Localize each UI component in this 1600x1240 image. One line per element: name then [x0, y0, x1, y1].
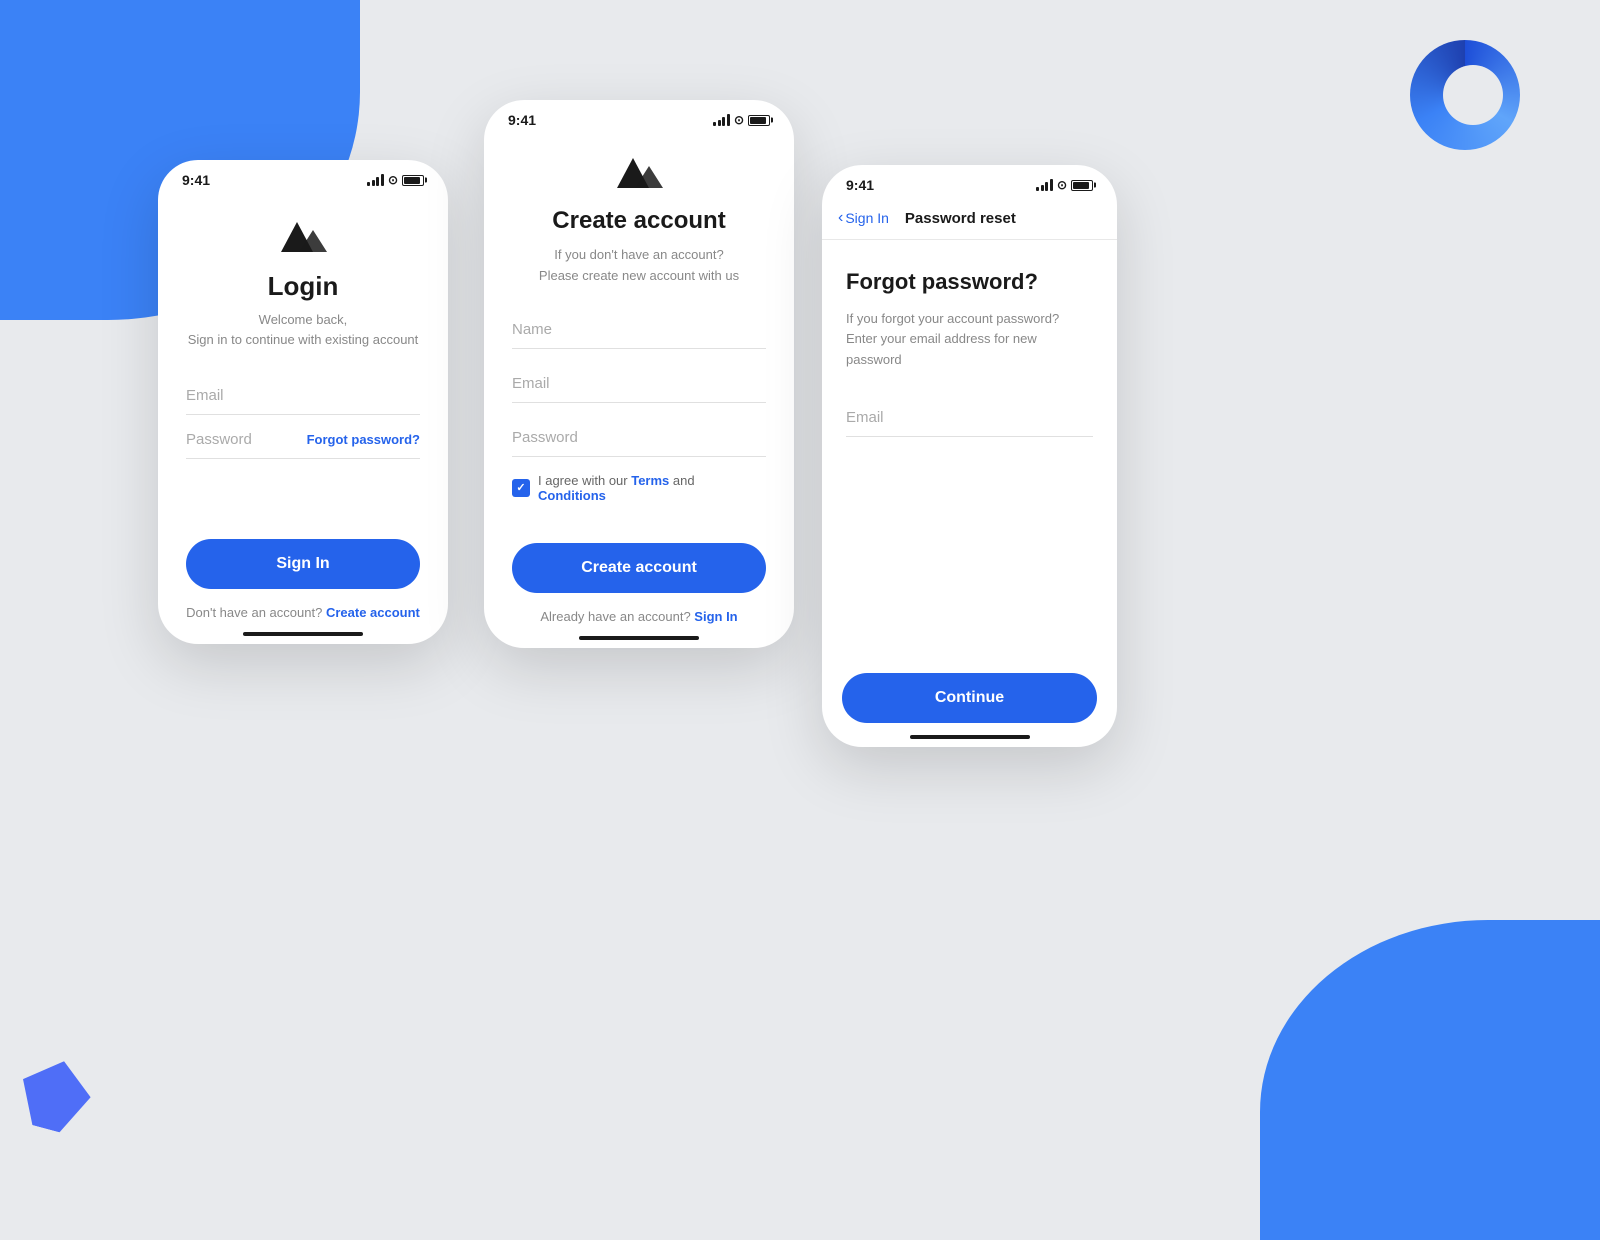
email-group-create — [512, 365, 766, 403]
forgot-password-title: Forgot password? — [846, 268, 1093, 297]
conditions-link[interactable]: Conditions — [538, 488, 606, 503]
terms-checkbox[interactable] — [512, 479, 530, 497]
home-indicator-reset — [910, 735, 1030, 739]
wifi-icon-reset: ⊙ — [1057, 178, 1067, 192]
phone-reset: 9:41 ⊙ ‹ Sign In Password reset Forgot p… — [822, 165, 1117, 747]
signal-icon-reset — [1036, 179, 1053, 191]
nav-bar-reset: ‹ Sign In Password reset — [822, 201, 1117, 240]
back-label: Sign In — [845, 210, 889, 226]
password-input-create[interactable] — [512, 419, 766, 457]
signal-icon-create — [713, 114, 730, 126]
status-icons-reset: ⊙ — [1036, 178, 1093, 192]
phone-create: 9:41 ⊙ Create account — [484, 100, 794, 648]
status-bar-reset: 9:41 ⊙ — [822, 165, 1117, 201]
email-input-create[interactable] — [512, 365, 766, 403]
home-indicator-create — [579, 636, 699, 640]
status-bar-create: 9:41 ⊙ — [484, 100, 794, 136]
email-input-reset[interactable] — [846, 399, 1093, 437]
battery-icon-create — [748, 115, 770, 126]
wifi-icon: ⊙ — [388, 173, 398, 187]
ring-decoration — [1410, 40, 1520, 150]
terms-row: I agree with our Terms and Conditions — [512, 473, 766, 503]
continue-button[interactable]: Continue — [842, 673, 1097, 723]
name-group — [512, 311, 766, 349]
chevron-left-icon: ‹ — [838, 209, 843, 227]
password-group-login: Password Forgot password? — [186, 431, 420, 459]
status-icons-create: ⊙ — [713, 113, 770, 127]
diamond-decoration — [20, 1060, 100, 1140]
app-logo-create — [512, 152, 766, 199]
wifi-icon-create: ⊙ — [734, 113, 744, 127]
signal-icon — [367, 174, 384, 186]
phone-login: 9:41 ⊙ Login Welcome — [158, 160, 448, 644]
app-logo-login — [186, 216, 420, 263]
password-group-create — [512, 419, 766, 457]
login-title: Login — [186, 271, 420, 302]
continue-spacer — [846, 453, 1093, 673]
create-account-title: Create account — [512, 207, 766, 235]
status-time-login: 9:41 — [182, 172, 210, 188]
sign-in-button[interactable]: Sign In — [186, 539, 420, 589]
nav-title-reset: Password reset — [905, 210, 1016, 227]
forgot-password-link[interactable]: Forgot password? — [307, 432, 420, 447]
status-icons-login: ⊙ — [367, 173, 424, 187]
terms-text: I agree with our Terms and Conditions — [538, 473, 766, 503]
home-indicator-login — [243, 632, 363, 636]
status-bar-login: 9:41 ⊙ — [158, 160, 448, 196]
status-time-create: 9:41 — [508, 112, 536, 128]
email-input-login[interactable] — [186, 377, 420, 415]
create-account-subtitle: If you don't have an account? Please cre… — [512, 245, 766, 287]
terms-link[interactable]: Terms — [631, 473, 669, 488]
back-button[interactable]: ‹ Sign In — [838, 209, 889, 227]
create-account-button[interactable]: Create account — [512, 543, 766, 593]
email-group-reset — [846, 399, 1093, 437]
sign-in-link-create[interactable]: Sign In — [694, 609, 737, 624]
create-account-link[interactable]: Create account — [326, 605, 420, 620]
already-account-footer: Already have an account? Sign In — [484, 593, 794, 624]
password-placeholder-login: Password — [186, 431, 252, 448]
battery-icon — [402, 175, 424, 186]
status-time-reset: 9:41 — [846, 177, 874, 193]
battery-icon-reset — [1071, 180, 1093, 191]
forgot-password-subtitle: If you forgot your account password? Ent… — [846, 309, 1093, 371]
create-account-footer: Don't have an account? Create account — [158, 589, 448, 620]
name-input[interactable] — [512, 311, 766, 349]
email-group-login — [186, 377, 420, 415]
bg-decoration-bottom-right — [1260, 920, 1600, 1240]
login-subtitle: Welcome back, Sign in to continue with e… — [186, 310, 420, 349]
